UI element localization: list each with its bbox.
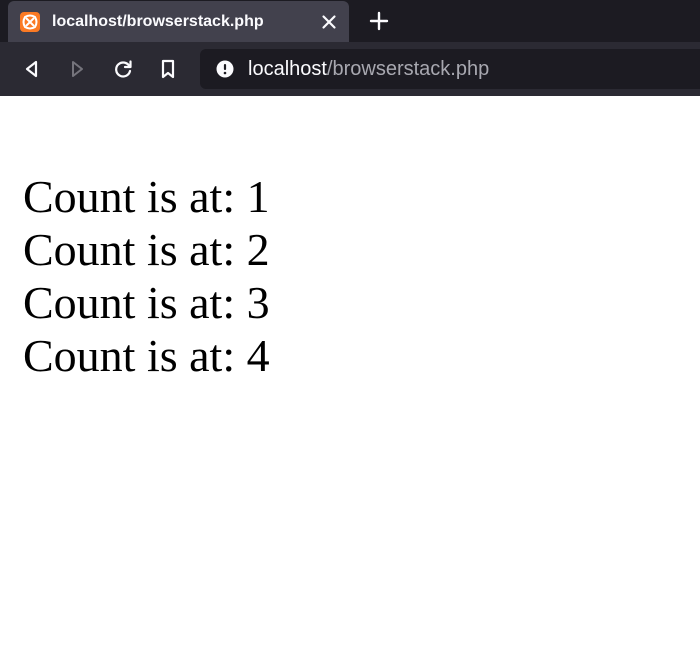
tab-strip: localhost/browserstack.php	[0, 0, 700, 42]
new-tab-icon[interactable]	[367, 9, 391, 33]
count-line: Count is at: 3	[23, 277, 270, 328]
info-icon[interactable]	[216, 60, 234, 78]
navigation-toolbar: localhost/browserstack.php	[0, 42, 700, 96]
active-tab[interactable]: localhost/browserstack.php	[8, 1, 349, 42]
page-content: Count is at: 1 Count is at: 2 Count is a…	[23, 170, 270, 382]
forward-icon[interactable]	[65, 57, 89, 81]
url-text[interactable]: localhost/browserstack.php	[248, 57, 489, 81]
bookmark-icon[interactable]	[156, 57, 180, 81]
close-tab-icon[interactable]	[317, 10, 341, 34]
url-bar[interactable]: localhost/browserstack.php	[200, 49, 700, 89]
reload-icon[interactable]	[111, 57, 135, 81]
xampp-icon	[20, 12, 40, 32]
count-line: Count is at: 4	[23, 330, 270, 381]
back-icon[interactable]	[20, 57, 44, 81]
tab-title: localhost/browserstack.php	[52, 13, 264, 30]
count-line: Count is at: 1	[23, 171, 270, 222]
count-line: Count is at: 2	[23, 224, 270, 275]
url-path: /browserstack.php	[326, 58, 490, 80]
url-host: localhost	[248, 58, 327, 80]
